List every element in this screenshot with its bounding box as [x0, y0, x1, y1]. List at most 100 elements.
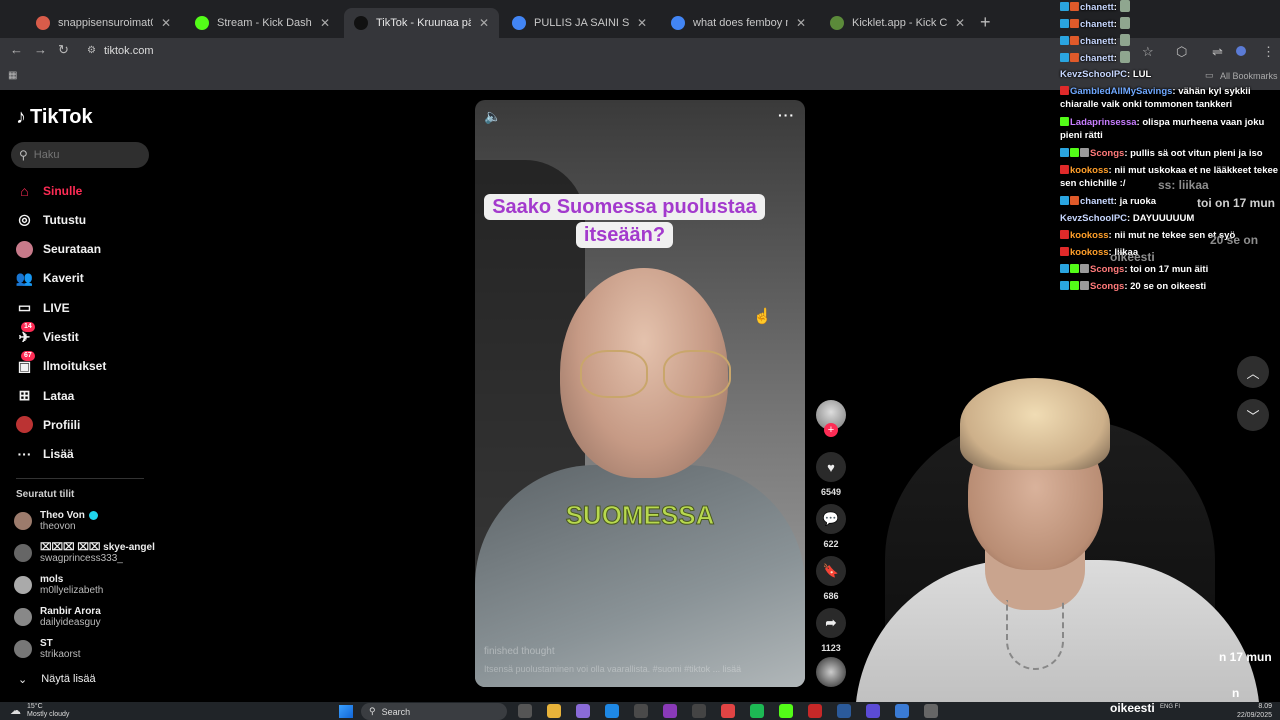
apps-grid-icon[interactable]: ▦ [8, 70, 17, 81]
sidebar-item[interactable]: ▣ Ilmoitukset 67 [16, 350, 106, 375]
sidebar-item[interactable]: ✈ Viestit 14 [16, 321, 79, 346]
sidebar-item[interactable]: ▭ LIVE [16, 299, 70, 316]
chat-username: kookoss [1070, 165, 1109, 176]
sidebar-item[interactable]: 👥 Kaverit [16, 270, 84, 287]
sidebar-item-label: Kaverit [43, 271, 84, 286]
sidebar-item[interactable]: ··· Lisää [16, 446, 74, 463]
followed-account[interactable]: Ranbir Arora dailyideasguy [14, 606, 101, 628]
sidebar-item[interactable]: ⌂ Sinulle [16, 182, 82, 199]
weather-widget[interactable]: ☁ 15°C Mostly cloudy [10, 703, 69, 719]
browser-tab[interactable]: Stream - Kick Dashboard ✕ [185, 8, 340, 38]
tab-close-icon[interactable]: ✕ [161, 16, 171, 30]
like-count: 6549 [820, 487, 842, 497]
video-creator[interactable]: finished thought [484, 646, 555, 657]
site-info-icon[interactable]: ⚙ [87, 45, 96, 56]
app-icon[interactable] [895, 704, 909, 718]
account-handle: swagprincess333_ [40, 553, 123, 564]
url-field[interactable]: tiktok.com [104, 45, 154, 57]
tab-close-icon[interactable]: ✕ [955, 16, 965, 30]
sidebar-item-label: LIVE [43, 300, 70, 315]
taskbar-search[interactable]: ⚲ Search [361, 703, 507, 720]
back-icon[interactable]: ← [10, 42, 23, 57]
spotify-icon[interactable] [750, 704, 764, 718]
account-avatar [14, 544, 32, 562]
share-icon[interactable]: ➦ [816, 608, 846, 638]
like-action[interactable]: ♥ 6549 [812, 452, 850, 497]
comment-action[interactable]: 💬 622 [812, 504, 850, 549]
tiktok-logo[interactable]: ♪ TikTok [16, 106, 93, 129]
sidebar-item[interactable]: ● Profiili [16, 416, 80, 434]
reload-icon[interactable]: ↻ [58, 42, 69, 58]
profile-avatar-icon: ● [16, 416, 33, 434]
file-explorer-icon[interactable] [547, 704, 561, 718]
search-box[interactable]: ⚲ [11, 142, 149, 168]
next-video-button[interactable]: ﹀ [1237, 399, 1269, 431]
followed-account[interactable]: ST strikaorst [14, 638, 81, 660]
necklace-shape [1006, 600, 1064, 670]
tab-close-icon[interactable]: ✕ [320, 16, 330, 30]
chat-text: toi on 17 mun äiti [1130, 264, 1209, 275]
video-more-icon[interactable]: ··· [778, 107, 795, 123]
tab-close-icon[interactable]: ✕ [637, 16, 647, 30]
sidebar-item[interactable]: ● Seurataan [16, 240, 101, 258]
language-indicator[interactable]: ENG FI [1160, 704, 1180, 711]
windows-start-icon[interactable] [339, 705, 353, 718]
video-player[interactable] [475, 100, 805, 687]
overlay-text: oikeesti [1110, 701, 1155, 715]
comment-icon[interactable]: 💬 [816, 504, 846, 534]
chat-username: Scongs [1090, 264, 1125, 275]
more-icon: ··· [17, 446, 32, 463]
search-input[interactable] [33, 149, 134, 161]
copilot-icon[interactable] [576, 704, 590, 718]
video-description[interactable]: Itsensä puolustaminen voi olla vaarallis… [484, 664, 741, 674]
tab-close-icon[interactable]: ✕ [479, 16, 489, 30]
browser-tab[interactable]: TikTok - Kruunaa päiväsi ✕ [344, 8, 499, 38]
heart-icon[interactable]: ♥ [816, 452, 846, 482]
browser-tab[interactable]: Kicklet.app - Kick Chatbot and ✕ [820, 8, 975, 38]
share-action[interactable]: ➦ 1123 [812, 608, 850, 653]
music-disc-icon[interactable] [816, 657, 846, 687]
steam-icon[interactable] [837, 704, 851, 718]
followed-account[interactable]: Theo Von theovon [14, 510, 98, 532]
follow-plus-icon[interactable]: + [824, 423, 838, 437]
sidebar-item[interactable]: ⊞ Lataa [16, 387, 75, 404]
opera-icon[interactable] [808, 704, 822, 718]
previous-video-button[interactable]: ︿ [1237, 356, 1269, 388]
kick-icon[interactable] [779, 704, 793, 718]
edge-icon[interactable] [605, 704, 619, 718]
store-icon[interactable] [634, 704, 648, 718]
browser-tab[interactable]: PULLIS JA SAINI STREAM - Goo ✕ [502, 8, 657, 38]
settings-icon[interactable] [924, 704, 938, 718]
followed-account[interactable]: mols m0llyelizabeth [14, 574, 103, 596]
taskbar-clock[interactable]: 8.09 22/09/2025 [1222, 702, 1272, 720]
bookmark-icon[interactable]: 🔖 [816, 556, 846, 586]
chat-emote-icon [1119, 0, 1130, 12]
tab-title: snappisensuroimat0n [58, 17, 153, 29]
account-avatar [14, 608, 32, 626]
see-more-accounts-button[interactable]: ⌄ Näytä lisää [18, 673, 96, 686]
forward-icon[interactable]: → [34, 42, 47, 57]
clock-date: 22/09/2025 [1236, 712, 1272, 719]
followed-account[interactable]: ⌧⌧⌧ ⌧⌧ skye-angel swagprincess333_ [14, 542, 155, 564]
chat-text: pullis sä oot vitun pieni ja iso [1130, 148, 1263, 159]
streamer-hair-shape [960, 378, 1110, 470]
chat-badge-icon [1060, 264, 1069, 273]
sidebar-item[interactable]: ◎ Tutustu [16, 211, 86, 228]
chat-username: Ladaprinsessa [1070, 117, 1137, 128]
task-view-icon[interactable] [518, 704, 532, 718]
browser-tab[interactable]: snappisensuroimat0n ✕ [26, 8, 181, 38]
app-icon[interactable] [866, 704, 880, 718]
volume-icon[interactable]: 🔈 [484, 108, 501, 125]
new-tab-button[interactable]: + [980, 12, 991, 33]
chrome-icon[interactable] [721, 704, 735, 718]
save-action[interactable]: 🔖 686 [812, 556, 850, 601]
app-icon[interactable] [692, 704, 706, 718]
chat-badge-icon [1060, 247, 1069, 256]
tab-favicon-icon [195, 16, 209, 30]
verified-icon [89, 511, 98, 520]
tab-close-icon[interactable]: ✕ [796, 16, 806, 30]
chat-message: Scongs: 20 se on oikeesti [1060, 280, 1280, 293]
browser-tab[interactable]: what does femboy mean - Goo ✕ [661, 8, 816, 38]
app-icon[interactable] [663, 704, 677, 718]
account-name: ST [40, 638, 53, 649]
